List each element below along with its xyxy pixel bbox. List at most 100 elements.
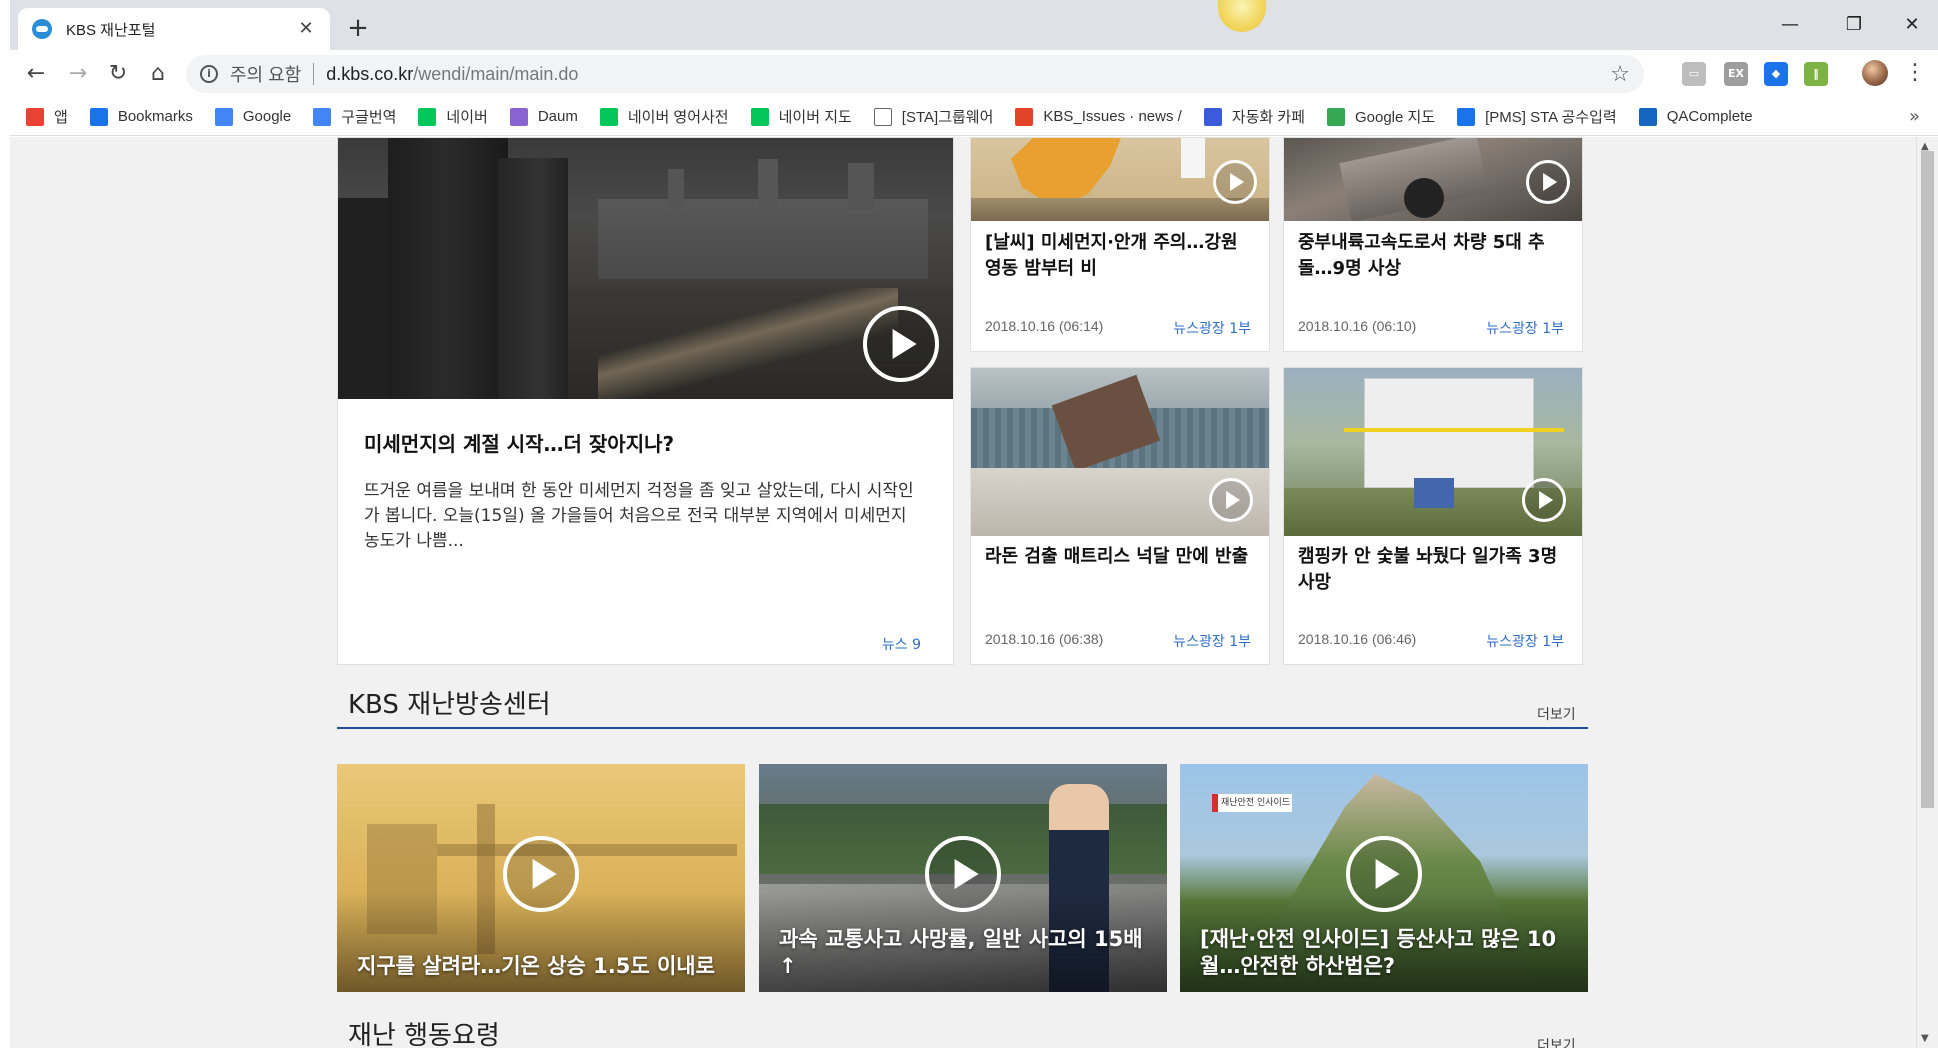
ladder-extension-icon[interactable]: ‖: [1804, 62, 1828, 86]
new-tab-button[interactable]: +: [344, 14, 372, 42]
tab-close-icon[interactable]: ✕: [296, 19, 316, 39]
home-button[interactable]: ⌂: [142, 58, 174, 90]
minimize-button[interactable]: —: [1770, 10, 1810, 40]
security-warning[interactable]: 주의 요함: [230, 61, 301, 87]
bookmark-star-icon[interactable]: ☆: [1610, 62, 1630, 87]
daum-icon: [509, 107, 528, 126]
pms-icon: [1457, 107, 1476, 126]
info-icon[interactable]: i: [200, 65, 218, 83]
featured-news-card[interactable]: 미세먼지의 계절 시작…더 잦아지나? 뜨거운 여름을 보내며 한 동안 미세먼…: [337, 137, 954, 665]
bookmark-item[interactable]: Google 지도: [1326, 106, 1435, 127]
bookmark-item[interactable]: Bookmarks: [89, 107, 193, 126]
scroll-thumb[interactable]: [1921, 151, 1934, 808]
card-title[interactable]: 중부내륙고속도로서 차량 5대 추돌…9명 사상: [1298, 230, 1570, 282]
featured-thumbnail[interactable]: [338, 138, 953, 399]
card-title[interactable]: [날씨] 미세먼지·안개 주의…강원 영동 밤부터 비: [985, 230, 1257, 282]
news-card[interactable]: 라돈 검출 매트리스 넉달 만에 반출 2018.10.16 (06:38) 뉴…: [970, 367, 1270, 665]
translate-icon: [313, 107, 332, 126]
camping-car-thumbnail[interactable]: [1284, 368, 1582, 536]
play-icon[interactable]: [1522, 478, 1566, 522]
video-caption[interactable]: 지구를 살려라…기온 상승 1.5도 이내로: [357, 953, 727, 980]
bookmark-item[interactable]: [PMS] STA 공수입력: [1457, 106, 1617, 127]
play-icon[interactable]: [1209, 478, 1253, 522]
bookmark-item[interactable]: 앱: [26, 106, 68, 127]
weather-thumbnail[interactable]: [971, 138, 1269, 221]
restore-button[interactable]: ❐: [1834, 10, 1874, 40]
play-icon[interactable]: [503, 836, 579, 912]
featured-source[interactable]: 뉴스 9: [882, 634, 921, 654]
card-date: 2018.10.16 (06:38): [985, 631, 1104, 647]
close-window-button[interactable]: ✕: [1892, 10, 1932, 40]
bookmark-item[interactable]: 구글번역: [313, 106, 396, 127]
video-card[interactable]: 재난안전 인사이드 [재난·안전 인사이드] 등산사고 많은 10월…안전한 하…: [1180, 764, 1588, 992]
ex-extension-icon[interactable]: EX: [1724, 62, 1748, 86]
card-source[interactable]: 뉴스광장 1부: [1173, 318, 1251, 338]
video-caption[interactable]: [재난·안전 인사이드] 등산사고 많은 10월…안전한 하산법은?: [1200, 926, 1570, 980]
video-card[interactable]: 지구를 살려라…기온 상승 1.5도 이내로: [337, 764, 745, 992]
featured-title[interactable]: 미세먼지의 계절 시작…더 잦아지나?: [364, 428, 674, 457]
more-link-broadcast-center[interactable]: 더보기: [1537, 704, 1576, 724]
url-divider: [313, 63, 315, 85]
bookmark-label: 앱: [54, 109, 68, 126]
news-card[interactable]: 캠핑카 안 숯불 놔뒀다 일가족 3명 사망 2018.10.16 (06:46…: [1283, 367, 1583, 665]
play-icon[interactable]: [1346, 836, 1422, 912]
bookmarks-overflow-icon[interactable]: »: [1909, 106, 1920, 127]
scroll-down-icon[interactable]: ▼: [1921, 1033, 1929, 1044]
card-title[interactable]: 라돈 검출 매트리스 넉달 만에 반출: [985, 544, 1257, 570]
card-source[interactable]: 뉴스광장 1부: [1486, 631, 1564, 651]
stay-icon: [1203, 107, 1222, 126]
bookmark-item[interactable]: 자동화 카페: [1203, 106, 1305, 127]
bookmark-item[interactable]: 네이버: [418, 106, 488, 127]
section-title-broadcast-center: KBS 재난방송센터: [348, 690, 551, 720]
accident-thumbnail[interactable]: [1284, 138, 1582, 221]
vertical-scrollbar[interactable]: ▲ ▼: [1916, 137, 1938, 1048]
browser-toolbar: ← → ↻ ⌂ i 주의 요함 d.kbs.co.kr/wendi/main/m…: [10, 50, 1938, 98]
browser-menu-icon[interactable]: ⋮: [1904, 60, 1926, 86]
qacomplete-icon: [1638, 107, 1657, 126]
more-link-action-guide[interactable]: 더보기: [1537, 1035, 1576, 1048]
browser-tab[interactable]: KBS 재난포털 ✕: [18, 8, 330, 50]
card-source[interactable]: 뉴스광장 1부: [1486, 318, 1564, 338]
address-bar[interactable]: i 주의 요함 d.kbs.co.kr/wendi/main/main.do ☆: [186, 55, 1644, 93]
card-title[interactable]: 캠핑카 안 숯불 놔뒀다 일가족 3명 사망: [1298, 544, 1570, 596]
play-icon[interactable]: [863, 306, 939, 382]
bookmark-item[interactable]: 네이버 영어사전: [599, 106, 729, 127]
play-icon[interactable]: [925, 836, 1001, 912]
back-button[interactable]: ←: [20, 58, 52, 90]
news-card[interactable]: 중부내륙고속도로서 차량 5대 추돌…9명 사상 2018.10.16 (06:…: [1283, 137, 1583, 352]
reload-button[interactable]: ↻: [102, 58, 134, 90]
url-path[interactable]: /wendi/main/main.do: [413, 64, 578, 85]
bookmark-item[interactable]: Daum: [509, 107, 578, 126]
featured-description: 뜨거운 여름을 보내며 한 동안 미세먼지 걱정을 좀 잊고 살았는데, 다시 …: [364, 481, 914, 551]
cast-extension-icon[interactable]: ▭: [1682, 62, 1706, 86]
bookmark-label: 네이버: [446, 109, 488, 126]
bookmark-label: QAComplete: [1666, 108, 1753, 125]
bookmark-label: 네이버 지도: [778, 109, 852, 126]
play-icon[interactable]: [1526, 160, 1570, 204]
bookmark-label: Bookmarks: [117, 108, 193, 125]
video-caption[interactable]: 과속 교통사고 사망률, 일반 사고의 15배↑: [779, 926, 1149, 980]
video-card[interactable]: 과속 교통사고 사망률, 일반 사고의 15배↑: [759, 764, 1167, 992]
bookmark-label: 자동화 카페: [1231, 109, 1305, 126]
bookmark-item[interactable]: QAComplete: [1638, 107, 1753, 126]
bookmark-label: [PMS] STA 공수입력: [1485, 109, 1617, 126]
blue-arrow-extension-icon[interactable]: ◆: [1764, 62, 1788, 86]
news-card[interactable]: [날씨] 미세먼지·안개 주의…강원 영동 밤부터 비 2018.10.16 (…: [970, 137, 1270, 352]
bookmark-item[interactable]: [STA]그룹웨어: [873, 106, 993, 127]
bookmark-item[interactable]: KBS_Issues · news /: [1015, 107, 1182, 126]
bookmark-label: KBS_Issues · news /: [1043, 108, 1182, 125]
bookmark-item[interactable]: 네이버 지도: [750, 106, 852, 127]
bookmark-item[interactable]: Google: [214, 107, 291, 126]
program-badge: 재난안전 인사이드: [1212, 794, 1292, 812]
forward-button[interactable]: →: [62, 58, 94, 90]
section-divider: [337, 727, 1588, 729]
url-host[interactable]: d.kbs.co.kr: [326, 64, 413, 85]
profile-avatar[interactable]: [1862, 60, 1888, 86]
section-title-action-guide: 재난 행동요령: [348, 1021, 500, 1048]
tab-strip: KBS 재난포털 ✕ + — ❐ ✕: [10, 0, 1938, 50]
radon-thumbnail[interactable]: [971, 368, 1269, 536]
play-icon[interactable]: [1213, 160, 1257, 204]
card-source[interactable]: 뉴스광장 1부: [1173, 631, 1251, 651]
bookmark-label: Daum: [537, 108, 578, 125]
card-date: 2018.10.16 (06:46): [1298, 631, 1417, 647]
